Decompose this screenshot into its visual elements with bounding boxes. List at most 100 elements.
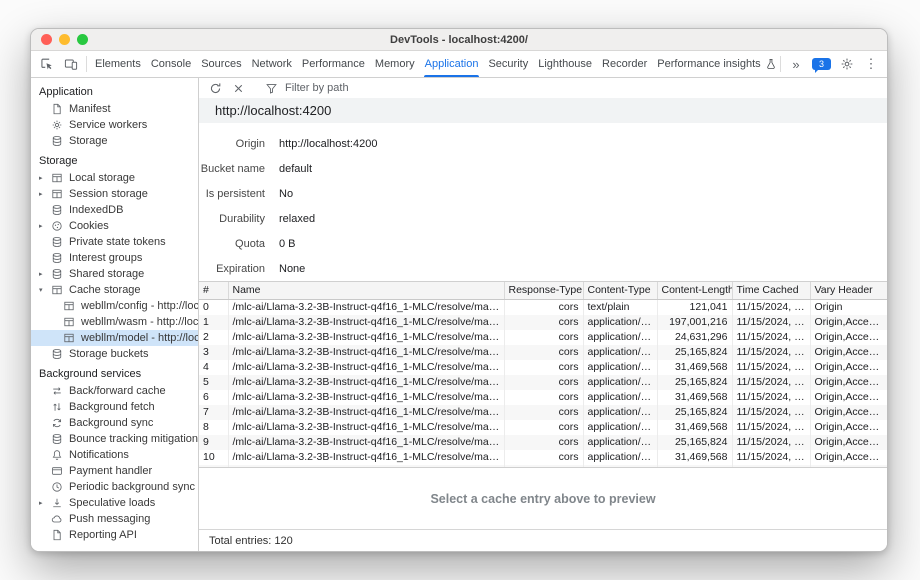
chevron-right-icon[interactable]: ▸: [39, 270, 50, 278]
cache-entry-row[interactable]: 5/mlc-ai/Llama-3.2-3B-Instruct-q4f16_1-M…: [199, 375, 887, 390]
issues-counter-button[interactable]: 3: [808, 51, 835, 77]
sidebar-item-back-forward-cache[interactable]: Back/forward cache: [31, 383, 198, 399]
cache-entry-row[interactable]: 1/mlc-ai/Llama-3.2-3B-Instruct-q4f16_1-M…: [199, 315, 887, 330]
filter-by-path-input[interactable]: Filter by path: [260, 82, 349, 95]
sidebar-item-background-sync[interactable]: Background sync: [31, 415, 198, 431]
device-toolbar-icon[interactable]: [59, 51, 83, 77]
total-entries-label: Total entries: 120: [209, 535, 293, 547]
tab-security[interactable]: Security: [483, 51, 533, 77]
db-icon: [50, 433, 64, 446]
minimize-window-button[interactable]: [59, 34, 70, 45]
cell-content-type: application/oc…: [583, 375, 657, 390]
tab-recorder[interactable]: Recorder: [597, 51, 652, 77]
issues-count: 3: [819, 59, 824, 69]
sidebar-item-service-workers[interactable]: Service workers: [31, 117, 198, 133]
tab-performance[interactable]: Performance: [297, 51, 370, 77]
more-options-icon[interactable]: ⋮: [859, 51, 883, 77]
sidebar-item-shared-storage[interactable]: ▸ Shared storage: [31, 266, 198, 282]
metadata-label: Expiration: [199, 263, 265, 275]
sidebar-item-indexeddb[interactable]: IndexedDB: [31, 202, 198, 218]
sidebar-item-manifest[interactable]: Manifest: [31, 101, 198, 117]
sidebar-item-background-fetch[interactable]: Background fetch: [31, 399, 198, 415]
cache-metadata: Originhttp://localhost:4200Bucket namede…: [199, 123, 887, 281]
sidebar-item-periodic-background-sync[interactable]: Periodic background sync: [31, 479, 198, 495]
inspect-element-icon[interactable]: [35, 51, 59, 77]
cache-entry-row[interactable]: 6/mlc-ai/Llama-3.2-3B-Instruct-q4f16_1-M…: [199, 390, 887, 405]
cell-vary: Origin: [810, 299, 887, 315]
refresh-icon[interactable]: [204, 82, 226, 95]
cell-num: 5: [199, 375, 228, 390]
column-header-name[interactable]: Name: [228, 282, 504, 299]
cache-entry-row[interactable]: 3/mlc-ai/Llama-3.2-3B-Instruct-q4f16_1-M…: [199, 345, 887, 360]
cache-entry-row[interactable]: 10/mlc-ai/Llama-3.2-3B-Instruct-q4f16_1-…: [199, 450, 887, 465]
chevron-down-icon[interactable]: ▾: [39, 286, 50, 294]
toolbar-divider: [780, 56, 781, 72]
cloud-icon: [50, 513, 64, 526]
cache-entry-row[interactable]: 0/mlc-ai/Llama-3.2-3B-Instruct-q4f16_1-M…: [199, 299, 887, 315]
column-header-content-type[interactable]: Content-Type: [583, 282, 657, 299]
settings-gear-icon[interactable]: [835, 51, 859, 77]
close-window-button[interactable]: [41, 34, 52, 45]
chevron-right-icon[interactable]: ▸: [39, 222, 50, 230]
chevron-right-icon[interactable]: ▸: [39, 499, 50, 507]
sidebar-item-session-storage[interactable]: ▸Session storage: [31, 186, 198, 202]
sidebar-item-local-storage[interactable]: ▸Local storage: [31, 170, 198, 186]
sidebar-item-cookies[interactable]: ▸Cookies: [31, 218, 198, 234]
sidebar-item-cache-storage[interactable]: ▾Cache storage: [31, 282, 198, 298]
delete-icon[interactable]: [227, 82, 249, 95]
cell-response-type: cors: [504, 420, 583, 435]
sidebar-item-webllm-config-http-loc[interactable]: webllm/config - http://loc…: [31, 298, 198, 314]
cell-time-cached: 11/15/2024, 10…: [732, 390, 810, 405]
sidebar-item-label: Private state tokens: [69, 236, 166, 248]
cell-num: 3: [199, 345, 228, 360]
sidebar-item-webllm-model-http-loc[interactable]: webllm/model - http://loc…: [31, 330, 198, 346]
sidebar-item-bounce-tracking-mitigations[interactable]: Bounce tracking mitigations: [31, 431, 198, 447]
tab-performance-insights[interactable]: Performance insights: [652, 51, 777, 77]
flask-icon: [765, 58, 777, 70]
cell-num: 0: [199, 299, 228, 315]
sidebar-item-webllm-wasm-http-loca[interactable]: webllm/wasm - http://loca…: [31, 314, 198, 330]
tab-lighthouse[interactable]: Lighthouse: [533, 51, 597, 77]
window-titlebar[interactable]: DevTools - localhost:4200/: [31, 29, 887, 51]
tab-console[interactable]: Console: [146, 51, 196, 77]
tab-memory[interactable]: Memory: [370, 51, 420, 77]
fullscreen-window-button[interactable]: [77, 34, 88, 45]
tab-network[interactable]: Network: [247, 51, 297, 77]
sidebar-item-speculative-loads[interactable]: ▸Speculative loads: [31, 495, 198, 511]
cache-entry-row[interactable]: 2/mlc-ai/Llama-3.2-3B-Instruct-q4f16_1-M…: [199, 330, 887, 345]
cache-entry-row[interactable]: 8/mlc-ai/Llama-3.2-3B-Instruct-q4f16_1-M…: [199, 420, 887, 435]
cache-entry-row[interactable]: 9/mlc-ai/Llama-3.2-3B-Instruct-q4f16_1-M…: [199, 435, 887, 450]
status-bar: Total entries: 120: [199, 529, 887, 551]
cell-vary: Origin,Access…: [810, 375, 887, 390]
sidebar-item-payment-handler[interactable]: Payment handler: [31, 463, 198, 479]
sidebar-item-storage-buckets[interactable]: Storage buckets: [31, 346, 198, 362]
column-header-response-type[interactable]: Response-Type: [504, 282, 583, 299]
sidebar-item-private-state-tokens[interactable]: Private state tokens: [31, 234, 198, 250]
cell-vary: Origin,Access…: [810, 405, 887, 420]
sidebar-item-notifications[interactable]: Notifications: [31, 447, 198, 463]
cache-entry-row[interactable]: 4/mlc-ai/Llama-3.2-3B-Instruct-q4f16_1-M…: [199, 360, 887, 375]
sidebar-section-title-storage: Storage: [31, 149, 198, 170]
chevron-right-icon[interactable]: ▸: [39, 190, 50, 198]
sidebar-item-interest-groups[interactable]: Interest groups: [31, 250, 198, 266]
cache-entry-row[interactable]: 7/mlc-ai/Llama-3.2-3B-Instruct-q4f16_1-M…: [199, 405, 887, 420]
cell-num: 7: [199, 405, 228, 420]
metadata-row-quota: Quota0 B: [199, 231, 887, 256]
chevron-right-icon[interactable]: ▸: [39, 174, 50, 182]
grid-icon: [62, 332, 76, 345]
tab-sources[interactable]: Sources: [196, 51, 246, 77]
sidebar-item-reporting-api[interactable]: Reporting API: [31, 527, 198, 543]
tab-elements[interactable]: Elements: [90, 51, 146, 77]
sidebar-item-storage[interactable]: Storage: [31, 133, 198, 149]
sidebar-item-push-messaging[interactable]: Push messaging: [31, 511, 198, 527]
more-tabs-icon[interactable]: »: [784, 51, 808, 77]
column-header-content-length[interactable]: Content-Length: [657, 282, 732, 299]
column-header-time-cached[interactable]: Time Cached: [732, 282, 810, 299]
column-header-vary-header[interactable]: Vary Header: [810, 282, 887, 299]
metadata-label: Quota: [199, 238, 265, 250]
devtools-window: DevTools - localhost:4200/ ElementsConso…: [30, 28, 888, 552]
tab-application[interactable]: Application: [420, 51, 484, 77]
sidebar-item-label: Shared storage: [69, 268, 144, 280]
column-header-[interactable]: #: [199, 282, 228, 299]
sidebar-item-label: webllm/config - http://loc…: [81, 300, 198, 312]
